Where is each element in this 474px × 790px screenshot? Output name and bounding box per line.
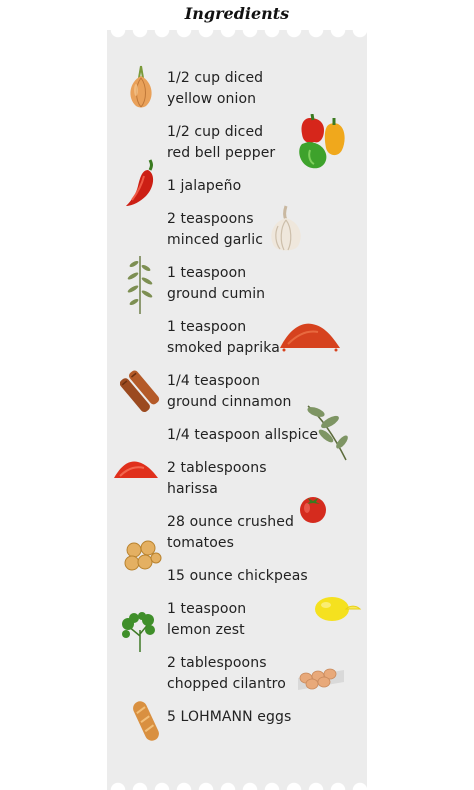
harissa-pile-icon xyxy=(114,461,158,478)
garlic-icon xyxy=(271,205,301,251)
ingredient-item: 5 LOHMANN eggs xyxy=(167,707,347,728)
ingredient-line: 1/4 teaspoon xyxy=(167,373,261,389)
cilantro-icon xyxy=(122,612,155,652)
onion-icon xyxy=(130,65,152,108)
ingredient-item: 1/2 cup diced yellow onion xyxy=(167,68,347,110)
ingredient-line: ground cumin xyxy=(167,286,266,302)
herb-sprig-icon xyxy=(127,256,153,314)
ingredient-line: 1 jalapeño xyxy=(167,178,242,194)
ingredient-item: 1 jalapeño xyxy=(167,176,347,197)
ingredient-line: tomatoes xyxy=(167,535,235,551)
tomato-icon xyxy=(300,497,326,523)
scalloped-edge-bottom xyxy=(107,776,367,790)
lemon-icon xyxy=(315,597,362,621)
scalloped-edge-top xyxy=(107,30,367,44)
ingredient-line: 1/2 cup diced xyxy=(167,70,264,86)
ingredient-line: 5 LOHMANN eggs xyxy=(167,709,292,725)
eggs-icon xyxy=(298,668,344,690)
bay-leaf-icon xyxy=(307,405,348,461)
ingredient-line: 1 teaspoon xyxy=(167,265,247,281)
ingredient-item: 15 ounce chickpeas xyxy=(167,566,347,587)
ingredient-line: yellow onion xyxy=(167,91,257,107)
ingredient-item: 2 teaspoons minced garlic xyxy=(167,209,347,251)
bell-pepper-icon xyxy=(299,114,345,169)
ingredient-line: 2 teaspoons xyxy=(167,211,254,227)
bread-icon xyxy=(133,701,159,741)
cinnamon-icon xyxy=(120,370,160,413)
page-title: Ingredients xyxy=(184,4,290,23)
ingredient-line: 15 ounce chickpeas xyxy=(167,568,308,584)
paprika-pile-icon xyxy=(280,323,340,352)
ingredient-line: minced garlic xyxy=(167,232,264,248)
ingredient-item: 1 teaspoon ground cumin xyxy=(167,263,347,305)
chickpeas-icon xyxy=(124,540,162,571)
chili-pepper-icon xyxy=(126,159,154,206)
